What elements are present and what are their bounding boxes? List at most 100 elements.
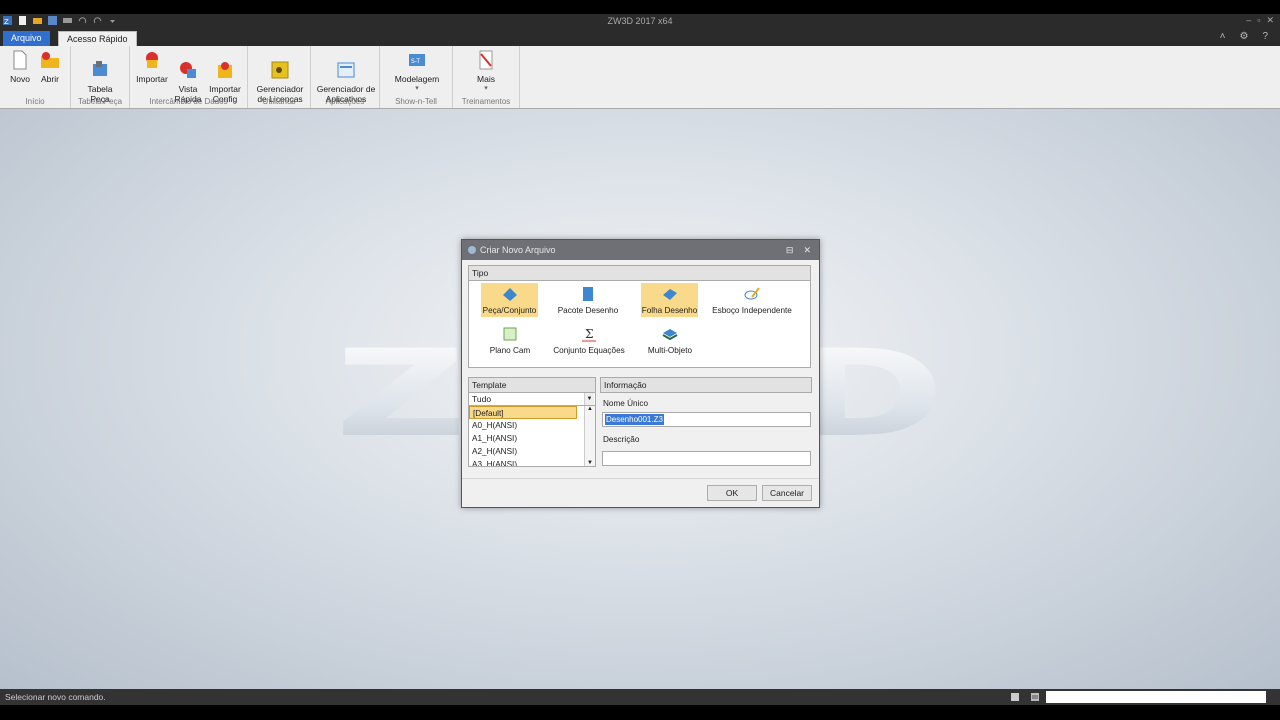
modelagem-label: Modelagem [394, 74, 440, 84]
tipo-grid: Peça/Conjunto Pacote Desenho Folha Desen… [468, 281, 811, 368]
tipo-plano-cam[interactable]: Plano Cam [479, 323, 541, 357]
criar-novo-arquivo-dialog: Criar Novo Arquivo ⊟ ✕ Tipo Peça/Conjunt… [461, 239, 820, 508]
descricao-label: Descrição [603, 435, 640, 444]
list-item[interactable]: A2_H(ANSI) [469, 445, 580, 458]
help-icon[interactable]: ? [1262, 31, 1268, 42]
abrir-label: Abrir [41, 74, 59, 84]
tipo-pacote-label: Pacote Desenho [557, 306, 619, 315]
tipo-esboco-label: Esboço Independente [712, 306, 792, 315]
window-title: ZW3D 2017 x64 [607, 16, 673, 26]
novo-button[interactable]: Novo [6, 50, 34, 84]
group-intercambio: Importar Vista Rápida Importar Config In… [130, 46, 248, 108]
template-list[interactable]: [Default] A0_H(ANSI) A1_H(ANSI) A2_H(ANS… [468, 406, 596, 467]
pin-icon[interactable]: ⊟ [786, 240, 794, 260]
template-filter-select[interactable]: Tudo ▼ [468, 393, 596, 406]
equation-set-icon: Σ [582, 327, 596, 342]
command-input[interactable] [1046, 691, 1266, 703]
window-controls: – ▫ ✕ [1246, 15, 1274, 26]
list-item[interactable]: [Default] [469, 406, 577, 419]
gear-icon[interactable]: ⚙ [1239, 31, 1248, 42]
status-bar: Selecionar novo comando. [0, 689, 1280, 705]
import-config-icon [218, 62, 232, 78]
group-label-tabela: Tabela Peça [77, 97, 123, 106]
minimize-icon[interactable]: – [1246, 15, 1251, 26]
importar-label: Importar [136, 74, 168, 84]
tipo-pacote-desenho[interactable]: Pacote Desenho [557, 283, 619, 317]
template-filter-value: Tudo [472, 394, 492, 404]
nome-unico-input[interactable]: Desenho001.Z3 [602, 412, 811, 427]
tipo-peca-label: Peça/Conjunto [482, 306, 537, 315]
part-assembly-icon [502, 288, 517, 301]
calculator-icon[interactable] [1010, 692, 1020, 702]
drawing-sheet-icon [662, 289, 677, 300]
ok-button[interactable]: OK [707, 485, 757, 501]
part-table-icon [93, 61, 107, 76]
app-manager-icon [337, 62, 355, 78]
cam-plan-icon [503, 327, 517, 341]
multi-object-icon [662, 329, 678, 341]
sketch-icon [744, 287, 760, 300]
ribbon-tabs: Arquivo Acesso Rápido ˄ ⚙ ? [0, 30, 1280, 47]
dialog-app-icon [468, 246, 476, 254]
tipo-conjunto-equacoes[interactable]: Σ Conjunto Equações [552, 323, 626, 357]
license-manager-icon [271, 61, 289, 79]
dropdown-arrow-icon: ▾ [415, 85, 419, 92]
scroll-up-icon[interactable]: ▲ [585, 406, 595, 412]
show-n-tell-icon: S-T [409, 54, 425, 66]
list-item[interactable]: A0_H(ANSI) [469, 419, 580, 432]
group-label-utilitarios: Utilitários [262, 97, 296, 106]
new-file-icon [13, 50, 27, 70]
ribbon-right-controls: ˄ ⚙ ? [1220, 31, 1268, 42]
list-item[interactable]: A3_H(ANSI) [469, 458, 580, 466]
tab-acesso-rapido[interactable]: Acesso Rápido [58, 31, 137, 47]
list-icon[interactable] [1030, 692, 1040, 702]
tipo-esboco-independente[interactable]: Esboço Independente [709, 283, 795, 317]
close-icon[interactable]: ✕ [1266, 15, 1274, 26]
dialog-separator [462, 478, 819, 479]
title-bar: Z ZW3D 2017 x64 – ▫ ✕ [0, 14, 1280, 30]
open-folder-icon [41, 52, 59, 68]
nome-unico-label: Nome Único [603, 399, 649, 408]
restore-icon[interactable]: ▫ [1257, 15, 1260, 26]
abrir-button[interactable]: Abrir [36, 50, 64, 84]
modelagem-button[interactable]: S-T Modelagem ▾ [390, 50, 444, 94]
collapse-ribbon-icon[interactable]: ˄ [1220, 31, 1226, 42]
list-item[interactable]: A1_H(ANSI) [469, 432, 580, 445]
group-label-treinamentos: Treinamentos [461, 97, 511, 106]
template-header: Template [468, 377, 596, 393]
status-message: Selecionar novo comando. [5, 692, 106, 702]
tab-arquivo[interactable]: Arquivo [3, 31, 50, 46]
informacao-header: Informação [600, 377, 812, 393]
group-inicio: Novo Abrir Início [0, 46, 71, 108]
nome-unico-value: Desenho001.Z3 [605, 414, 664, 425]
mais-button[interactable]: Mais ▾ [471, 50, 501, 94]
tipo-multi-objeto[interactable]: Multi-Objeto [639, 323, 701, 357]
dialog-title: Criar Novo Arquivo [480, 245, 556, 255]
group-label-aplicacoes: Aplicações [325, 97, 365, 106]
dialog-title-bar[interactable]: Criar Novo Arquivo ⊟ ✕ [462, 240, 819, 260]
group-aplicacoes: Gerenciador de Aplicativos Aplicações [311, 46, 380, 108]
ribbon: Novo Abrir Início Tabela Peça Tabela Peç… [0, 46, 1280, 109]
group-label-show-n-tell: Show-n-Tell [395, 97, 437, 106]
tipo-multi-label: Multi-Objeto [647, 346, 693, 355]
descricao-input[interactable] [602, 451, 811, 466]
import-icon [146, 52, 158, 68]
group-label-inicio: Início [25, 97, 45, 106]
novo-label: Novo [10, 74, 30, 84]
template-panel: Template Tudo ▼ [Default] A0_H(ANSI) A1_… [468, 377, 596, 471]
tipo-peca-conjunto[interactable]: Peça/Conjunto [481, 283, 538, 317]
scroll-down-icon[interactable]: ▼ [585, 460, 595, 466]
group-show-n-tell: S-T Modelagem ▾ Show-n-Tell [380, 46, 453, 108]
quick-view-icon [180, 62, 196, 78]
drawing-pack-icon [583, 287, 593, 301]
mais-label: Mais [477, 74, 495, 84]
cancel-button[interactable]: Cancelar [762, 485, 812, 501]
importar-button[interactable]: Importar [134, 50, 170, 84]
tipo-equacoes-label: Conjunto Equações [553, 346, 625, 355]
close-icon[interactable]: ✕ [803, 240, 811, 260]
group-treinamentos: Mais ▾ Treinamentos [453, 46, 520, 108]
template-scrollbar[interactable]: ▲ ▼ [584, 406, 595, 466]
tipo-header: Tipo [468, 265, 811, 281]
tipo-folha-desenho[interactable]: Folha Desenho [641, 283, 698, 317]
chevron-down-icon[interactable]: ▼ [584, 393, 594, 405]
